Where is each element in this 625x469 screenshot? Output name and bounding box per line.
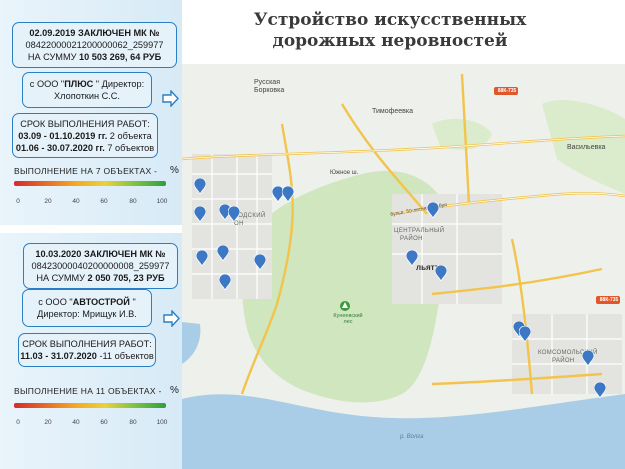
schedule-heading: СРОК ВЫПОЛНЕНИЯ РАБОТ: — [22, 339, 152, 349]
tick-label: 0 — [16, 419, 20, 426]
page-title: Устройство искусственных дорожных неровн… — [190, 10, 590, 52]
location-pin-icon[interactable] — [435, 265, 447, 281]
location-pin-icon[interactable] — [594, 382, 606, 398]
contract-info-card-2: 10.03.2020 ЗАКЛЮЧЕН МК № 084230000402000… — [23, 243, 178, 289]
contract-info-card-1: 02.09.2019 ЗАКЛЮЧЕН МК № 084220000212000… — [12, 22, 177, 68]
map-label-yuzhnoe: Южное ш. — [330, 170, 359, 176]
route-shield-1: 88К-735 — [497, 88, 517, 94]
right-arrow-icon — [162, 90, 179, 107]
contractor-card-2: с ООО "АВТОСТРОЙ " Директор: Мрищук И.В. — [22, 289, 152, 327]
tick-label: 40 — [72, 198, 80, 205]
tick-label: 20 — [44, 198, 52, 205]
location-pin-icon[interactable] — [219, 274, 231, 290]
percent-sign-1: % — [170, 165, 179, 176]
schedule-row-1: 03.09 - 01.10.2019 гг. 2 объекта — [18, 130, 152, 141]
contract-number: 08422000021200000062_259977 — [25, 40, 164, 50]
contract-sum-line: НА СУММУ 10 503 269, 64 РУБ — [27, 52, 162, 62]
tick-label: 20 — [44, 419, 52, 426]
contractor-director: Хлопоткин С.С. — [54, 91, 120, 101]
map-label-volga: р. Волга — [400, 434, 424, 440]
contract-date-line: 02.09.2019 ЗАКЛЮЧЕН МК № — [29, 28, 160, 38]
tick-label: 80 — [129, 198, 137, 205]
tick-label: 60 — [100, 419, 108, 426]
schedule-heading: СРОК ВЫПОЛНЕНИЯ РАБОТ: — [20, 118, 150, 129]
progress-label-1: ВЫПОЛНЕНИЕ НА 7 ОБЪЕКТАХ - — [14, 166, 158, 176]
schedule-card-2: СРОК ВЫПОЛНЕНИЯ РАБОТ: 11.03 - 31.07.202… — [18, 333, 156, 367]
location-pin-icon[interactable] — [519, 326, 531, 342]
schedule-card-1: СРОК ВЫПОЛНЕНИЯ РАБОТ: 03.09 - 01.10.201… — [12, 113, 158, 158]
location-pin-icon[interactable] — [194, 206, 206, 222]
location-pin-icon[interactable] — [194, 178, 206, 194]
tick-label: 0 — [16, 198, 20, 205]
title-line-2: дорожных неровностей — [272, 31, 508, 51]
contract-panel-1: 02.09.2019 ЗАКЛЮЧЕН МК № 084220000212000… — [0, 0, 182, 225]
contractor-director: Директор: Мрищук И.В. — [37, 309, 137, 319]
location-pin-icon[interactable] — [217, 245, 229, 261]
map-label-timofeevka: Тимофеевка — [372, 108, 413, 115]
tick-label: 40 — [72, 419, 80, 426]
percent-sign-2: % — [170, 385, 179, 396]
schedule-row-2: 01.06 - 30.07.2020 гг. 7 объектов — [15, 142, 155, 153]
contract-sum: 2 050 705, 23 РУБ — [87, 273, 165, 283]
contractor-card-1: с ООО "ПЛЮС " Директор: Хлопоткин С.С. — [22, 72, 152, 108]
map-label-vasilevka: Васильевка — [567, 144, 606, 151]
progress-ticks-1: 0 20 40 60 80 100 — [14, 198, 174, 208]
map-label-central: ЦЕНТРАЛЬНЫЙ РАЙОН — [394, 228, 445, 242]
progress-ticks-2: 0 20 40 60 80 100 — [14, 419, 174, 429]
location-pin-icon[interactable] — [282, 186, 294, 202]
progress-scale-1 — [14, 181, 166, 186]
tick-label: 60 — [100, 198, 108, 205]
map-background — [182, 64, 625, 469]
route-shield-2: 88К-735 — [599, 297, 619, 303]
location-pin-icon[interactable] — [427, 202, 439, 218]
location-pin-icon[interactable] — [254, 254, 266, 270]
schedule-row-1: 11.03 - 31.07.2020 -11 объектов — [20, 351, 154, 361]
tick-label: 80 — [129, 419, 137, 426]
contract-sum-line: НА СУММУ 2 050 705, 23 РУБ — [36, 273, 165, 283]
contract-panel-2: 10.03.2020 ЗАКЛЮЧЕН МК № 084230000402000… — [0, 233, 182, 469]
right-arrow-icon — [163, 310, 180, 327]
map-label-russkaya: Русская Борковка — [254, 79, 285, 94]
location-pin-icon[interactable] — [196, 250, 208, 266]
title-line-1: Устройство искусственных — [253, 10, 527, 30]
contractor-name-line: с ООО "ПЛЮС " Директор: — [29, 79, 145, 89]
city-map[interactable]: Русская Борковка Тимофеевка Васильевка Юж… — [182, 64, 625, 469]
map-label-park: Кунеевский лес — [333, 313, 363, 325]
location-pin-icon[interactable] — [228, 206, 240, 222]
tick-label: 100 — [156, 198, 168, 205]
location-pin-icon[interactable] — [582, 350, 594, 366]
contract-number: 08423000040200000008_259977 — [31, 261, 170, 271]
progress-scale-2 — [14, 403, 166, 408]
progress-label-2: ВЫПОЛНЕНИЕ НА 11 ОБЪЕКТАХ - — [14, 386, 162, 396]
tick-label: 100 — [156, 419, 168, 426]
contract-sum: 10 503 269, 64 РУБ — [79, 52, 162, 62]
contractor-name-line: с ООО "АВТОСТРОЙ " — [38, 297, 136, 307]
contract-date-line: 10.03.2020 ЗАКЛЮЧЕН МК № — [35, 249, 166, 259]
location-pin-icon[interactable] — [406, 250, 418, 266]
